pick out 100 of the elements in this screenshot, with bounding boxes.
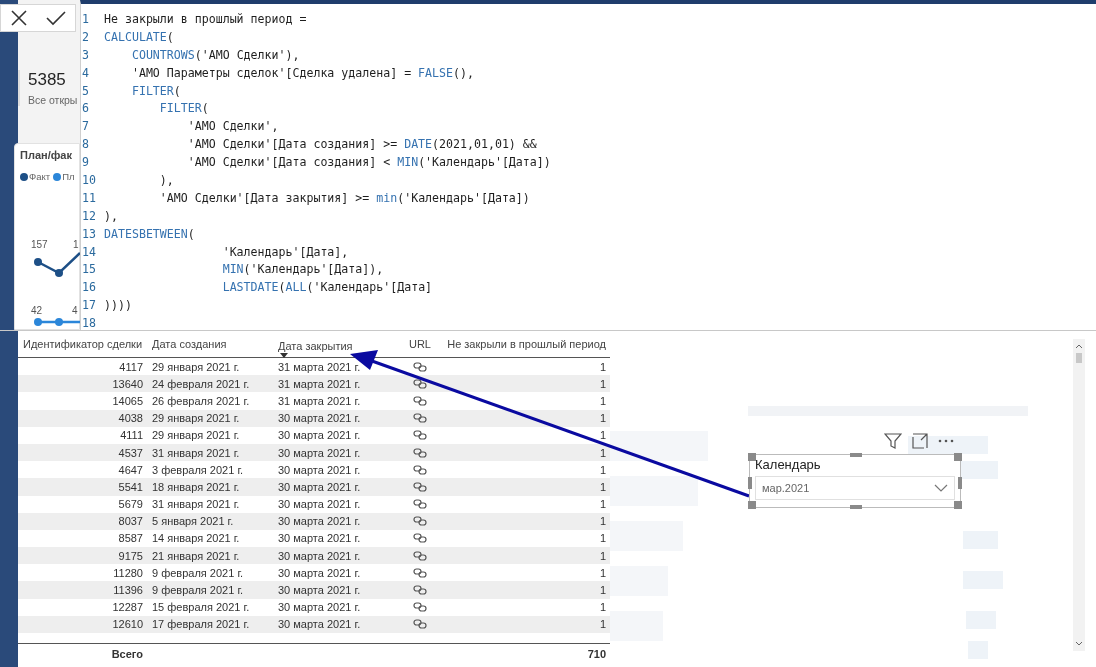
line-number: 16 — [81, 280, 97, 295]
column-header[interactable]: Не закрыли в прошлый период — [438, 338, 610, 350]
line-number: 3 — [81, 47, 90, 62]
line-number: 18 — [81, 316, 97, 331]
link-icon[interactable] — [413, 447, 427, 458]
line-number: 4 — [81, 65, 90, 80]
table-cell-text: 1 — [598, 446, 607, 459]
link-icon[interactable] — [413, 413, 427, 424]
resize-handle[interactable] — [850, 453, 862, 457]
table-cell-text: 30 марта 2021 г. — [277, 498, 362, 511]
table-cell-text: 14065 — [111, 394, 144, 407]
table-cell-text: 30 марта 2021 г. — [277, 515, 362, 528]
sort-descending-icon — [280, 353, 288, 358]
filter-icon[interactable] — [884, 432, 902, 450]
scrollbar-thumb[interactable] — [1076, 353, 1082, 363]
table-cell-text: 29 января 2021 г. — [151, 412, 241, 425]
link-icon[interactable] — [413, 585, 427, 596]
more-options-icon[interactable] — [938, 439, 954, 443]
table-cell-text: 30 марта 2021 г. — [277, 566, 362, 579]
link-icon[interactable] — [413, 499, 427, 510]
column-header[interactable]: Идентификатор сделки — [18, 338, 148, 350]
table-cell-text: 30 марта 2021 г. — [277, 463, 362, 476]
resize-handle[interactable] — [748, 501, 756, 509]
table-cell-text: 21 января 2021 г. — [151, 549, 241, 562]
link-icon[interactable] — [413, 550, 427, 561]
table-cell-text: 5 января 2021 г. — [151, 515, 235, 528]
resize-handle[interactable] — [958, 477, 962, 489]
table-cell-text: 5679 — [117, 498, 144, 511]
link-icon[interactable] — [413, 567, 427, 578]
line-number: 17 — [81, 298, 97, 313]
table-cell-text: 29 января 2021 г. — [151, 360, 241, 373]
table-cell-text: 12610 — [111, 618, 144, 631]
table-cell-text: 1 — [598, 377, 607, 390]
code-line: Не закрыли в прошлый период = — [104, 11, 307, 26]
link-icon[interactable] — [413, 619, 427, 630]
table-cell-text: 5541 — [117, 480, 144, 493]
table-cell-text: 1 — [598, 412, 607, 425]
table-cell-text: 1 — [598, 584, 607, 597]
link-icon[interactable] — [413, 378, 427, 389]
code-line: 'АМО Сделки'[Дата создания] < MIN('Календарь'[Дата]) — [186, 155, 551, 170]
resize-handle[interactable] — [850, 505, 862, 509]
table-cell-text: 30 марта 2021 г. — [277, 532, 362, 545]
table-cell-text: 30 марта 2021 г. — [277, 601, 362, 614]
focus-mode-icon[interactable] — [912, 433, 928, 449]
legend-label: Факт — [29, 171, 51, 182]
table-cell-text: 24 февраля 2021 г. — [151, 377, 251, 390]
data-label: 4 — [72, 305, 78, 316]
table-cell-text: 31 января 2021 г. — [151, 446, 241, 459]
column-header[interactable]: Дата закрытия — [274, 330, 402, 358]
table-cell-text: 31 марта 2021 г. — [277, 360, 362, 373]
dropdown-field[interactable]: мар.2021 — [755, 476, 955, 500]
scroll-up-icon[interactable] — [1075, 343, 1083, 349]
scroll-down-icon[interactable] — [1075, 641, 1083, 647]
close-icon[interactable] — [9, 8, 29, 28]
resize-handle[interactable] — [748, 477, 752, 489]
table-cell-text: 30 марта 2021 г. — [277, 429, 362, 442]
link-icon[interactable] — [413, 516, 427, 527]
table-cell-text: 4111 — [119, 429, 144, 442]
table-cell-text: 4038 — [117, 412, 144, 425]
data-label: 42 — [31, 305, 43, 316]
line-number: 5 — [81, 83, 90, 98]
resize-handle[interactable] — [954, 501, 962, 509]
total-value: 710 — [586, 648, 607, 660]
data-label: 157 — [31, 239, 48, 250]
link-icon[interactable] — [413, 361, 427, 372]
data-label: 1 — [73, 239, 79, 250]
slicer-card[interactable]: Календарь мар.2021 — [749, 454, 961, 508]
code-editor[interactable] — [80, 0, 1096, 330]
link-icon[interactable] — [413, 395, 427, 406]
table-cell-text: 12287 — [111, 601, 144, 614]
table-cell-text: 1 — [598, 360, 607, 373]
table-cell-text: 30 марта 2021 г. — [277, 480, 362, 493]
line-number: 11 — [81, 190, 97, 205]
link-icon[interactable] — [413, 533, 427, 544]
code-line: LASTDATE(ALL('Календарь'[Дата] — [221, 280, 433, 295]
check-icon[interactable] — [45, 8, 67, 28]
link-icon[interactable] — [413, 481, 427, 492]
column-header[interactable]: URL — [402, 338, 438, 350]
link-icon[interactable] — [413, 602, 427, 613]
kpi-label: Все откры — [28, 94, 78, 106]
code-line: 'АМО Сделки'[Дата создания] >= DATE(2021,01,01) && — [186, 137, 537, 152]
table-cell-text: 30 марта 2021 г. — [277, 412, 362, 425]
table-cell-text: 1 — [598, 515, 607, 528]
link-icon[interactable] — [413, 464, 427, 475]
resize-handle[interactable] — [748, 453, 756, 461]
column-header[interactable]: Дата создания — [148, 338, 274, 350]
scrollbar[interactable] — [1073, 339, 1085, 651]
resize-handle[interactable] — [954, 453, 962, 461]
table-cell-text: 1 — [598, 618, 607, 631]
line-number: 15 — [81, 262, 97, 277]
line-number: 14 — [81, 244, 97, 259]
link-icon[interactable] — [413, 430, 427, 441]
table-cell-text: 4117 — [118, 360, 144, 373]
table-cell-text: 8037 — [117, 515, 144, 528]
code-line: FILTER( — [158, 101, 209, 116]
table-cell-text: 30 марта 2021 г. — [277, 446, 362, 459]
table-cell-text: 4537 — [117, 446, 144, 459]
line-number: 7 — [81, 119, 90, 134]
code-line: 'АМО Сделки', — [186, 119, 279, 134]
code-line: ), — [104, 208, 118, 223]
